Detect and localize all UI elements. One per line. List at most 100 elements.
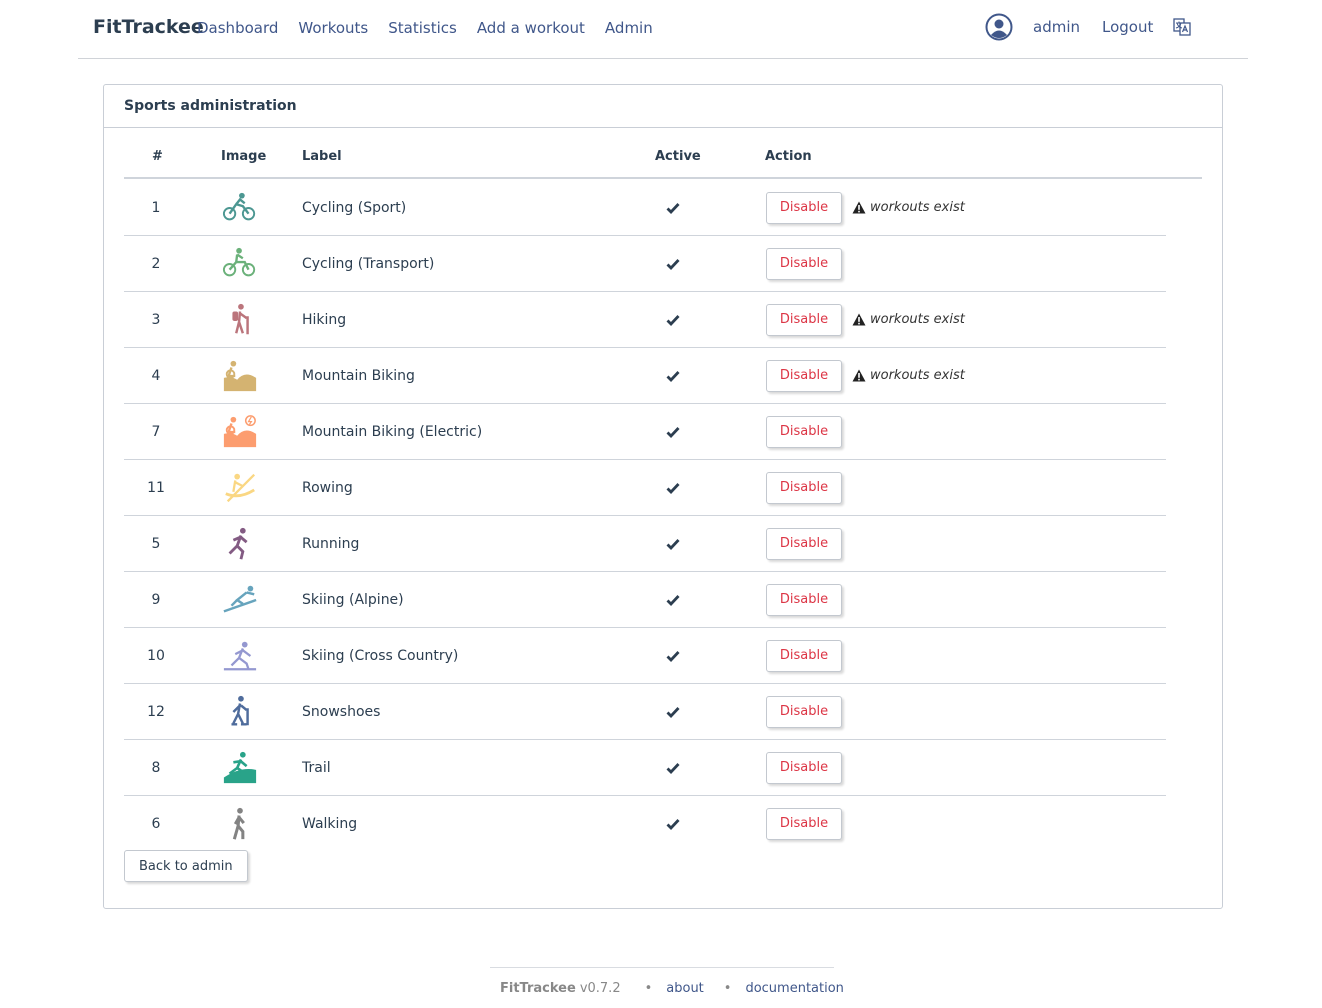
nav-links: Dashboard Workouts Statistics Add a work… [197,19,653,37]
warning-text: workouts exist [870,368,965,383]
table-row: 1 Cycling (Sport) Disable workouts exist [124,180,1166,236]
running-icon [222,516,258,571]
sport-id: 12 [147,703,165,720]
disable-button[interactable]: Disable [766,471,842,504]
sport-label: Cycling (Sport) [302,199,407,216]
footer-separator: • [723,981,732,996]
table-row: 6 Walking Disable [124,796,1166,851]
check-icon [665,516,681,571]
mountain-biking-electric-icon [222,404,258,459]
sport-id: 3 [151,311,161,328]
disable-button[interactable]: Disable [766,415,842,448]
sports-admin-card: Sports administration # Image Label Acti… [103,84,1223,909]
language-icon[interactable] [1173,18,1192,36]
warning-text: workouts exist [870,312,965,327]
disable-button[interactable]: Disable [766,191,842,224]
sport-label: Skiing (Alpine) [302,591,404,608]
nav-admin[interactable]: Admin [605,19,653,37]
user-circle-icon[interactable] [985,13,1013,41]
action-cell: Disable [766,236,842,291]
table-row: 11 Rowing Disable [124,460,1166,516]
warning-icon [852,369,866,382]
cycling-sport-icon [222,180,258,235]
card-header: Sports administration [104,85,1222,128]
action-cell: Disable workouts exist [766,292,965,347]
action-cell: Disable [766,740,842,795]
check-icon [665,572,681,627]
disable-button[interactable]: Disable [766,527,842,560]
snowshoes-icon [222,684,258,739]
check-icon [665,628,681,683]
workouts-exist-warning: workouts exist [852,368,965,383]
sport-id: 1 [151,199,161,216]
nav-add-workout[interactable]: Add a workout [477,19,585,37]
col-active: Active [655,149,701,164]
sport-label: Hiking [302,311,347,328]
cycling-transport-icon [222,236,258,291]
col-image: Image [221,149,267,164]
sport-label: Walking [302,815,358,832]
sport-label: Running [302,535,360,552]
sport-id: 5 [151,535,161,552]
sport-label: Trail [302,759,331,776]
disable-button[interactable]: Disable [766,751,842,784]
check-icon [665,348,681,403]
table-header: # Image Label Active Action [124,149,1202,179]
footer-separator: • [644,981,653,996]
sport-label: Mountain Biking [302,367,415,384]
warning-icon [852,201,866,214]
action-cell: Disable [766,796,842,851]
table-row: 9 Skiing (Alpine) Disable [124,572,1166,628]
sport-id: 8 [151,759,161,776]
sport-id: 10 [147,647,165,664]
disable-button[interactable]: Disable [766,695,842,728]
disable-button[interactable]: Disable [766,807,842,840]
trail-icon [222,740,258,795]
table-row: 12 Snowshoes Disable [124,684,1166,740]
action-cell: Disable [766,516,842,571]
page-title: Sports administration [124,98,297,114]
nav-statistics[interactable]: Statistics [388,19,457,37]
back-to-admin-button[interactable]: Back to admin [124,850,248,882]
hiking-icon [222,292,258,347]
sport-label: Skiing (Cross Country) [302,647,459,664]
disable-button[interactable]: Disable [766,303,842,336]
footer: FitTrackee v0.7.2 • about • documentatio… [490,967,844,1008]
table-row: 10 Skiing (Cross Country) Disable [124,628,1166,684]
mountain-biking-icon [222,348,258,403]
workouts-exist-warning: workouts exist [852,312,965,327]
nav-workouts[interactable]: Workouts [298,19,368,37]
sport-id: 4 [151,367,161,384]
footer-documentation-link[interactable]: documentation [745,981,843,996]
disable-button[interactable]: Disable [766,359,842,392]
disable-button[interactable]: Disable [766,639,842,672]
nav-username[interactable]: admin [1033,18,1080,36]
check-icon [665,180,681,235]
nav-dashboard[interactable]: Dashboard [197,19,278,37]
action-cell: Disable workouts exist [766,180,965,235]
brand-logo[interactable]: FitTrackee [93,16,204,38]
table-row: 7 Mountain Biking (Electric) Disable [124,404,1166,460]
warning-icon [852,313,866,326]
nav-logout[interactable]: Logout [1102,18,1153,36]
check-icon [665,796,681,851]
disable-button[interactable]: Disable [766,247,842,280]
walking-icon [222,796,258,851]
action-cell: Disable workouts exist [766,348,965,403]
action-cell: Disable [766,404,842,459]
table-row: 5 Running Disable [124,516,1166,572]
sport-label: Cycling (Transport) [302,255,435,272]
table-row: 8 Trail Disable [124,740,1166,796]
sport-id: 7 [151,423,161,440]
table-row: 2 Cycling (Transport) Disable [124,236,1166,292]
footer-about-link[interactable]: about [666,981,704,996]
sport-label: Mountain Biking (Electric) [302,423,483,440]
col-action: Action [765,149,812,164]
disable-button[interactable]: Disable [766,583,842,616]
workouts-exist-warning: workouts exist [852,200,965,215]
sport-label: Snowshoes [302,703,381,720]
footer-brand: FitTrackee [500,981,576,996]
check-icon [665,460,681,515]
col-id: # [152,149,163,164]
action-cell: Disable [766,628,842,683]
